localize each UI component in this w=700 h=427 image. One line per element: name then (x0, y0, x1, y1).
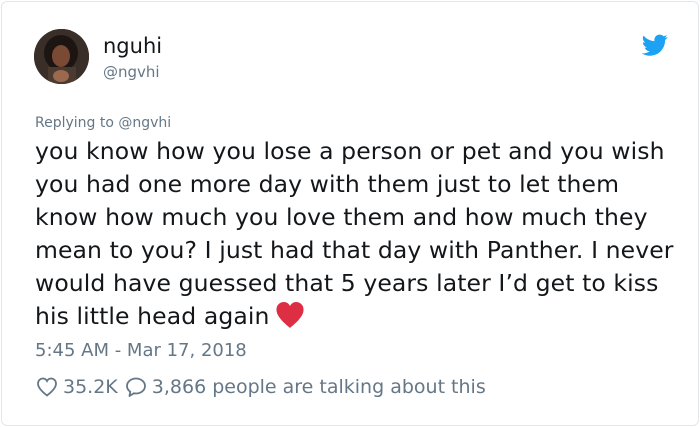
replying-handle-link[interactable]: @ngvhi (118, 115, 171, 131)
tweet-card: nguhi @ngvhi Replying to @ngvhi you know… (1, 1, 699, 426)
avatar[interactable] (34, 29, 89, 84)
speech-bubble-icon[interactable] (124, 375, 148, 399)
author-handle[interactable]: @ngvhi (103, 62, 160, 82)
twitter-bird-icon[interactable] (641, 32, 668, 58)
heart-outline-icon[interactable] (35, 375, 59, 399)
like-count[interactable]: 35.2K (63, 376, 118, 398)
replying-to: Replying to @ngvhi (35, 113, 171, 133)
talking-about-link[interactable]: 3,866 people are talking about this (152, 376, 486, 398)
author-name[interactable]: nguhi (103, 33, 162, 59)
red-heart-emoji-icon (275, 301, 305, 329)
tweet-actions: 35.2K 3,866 people are talking about thi… (35, 374, 486, 400)
replying-prefix: Replying to (35, 115, 114, 131)
tweet-timestamp[interactable]: 5:45 AM - Mar 17, 2018 (35, 339, 247, 363)
tweet-text-content: you know how you lose a person or pet an… (35, 137, 674, 330)
tweet-text: you know how you lose a person or pet an… (35, 135, 685, 333)
